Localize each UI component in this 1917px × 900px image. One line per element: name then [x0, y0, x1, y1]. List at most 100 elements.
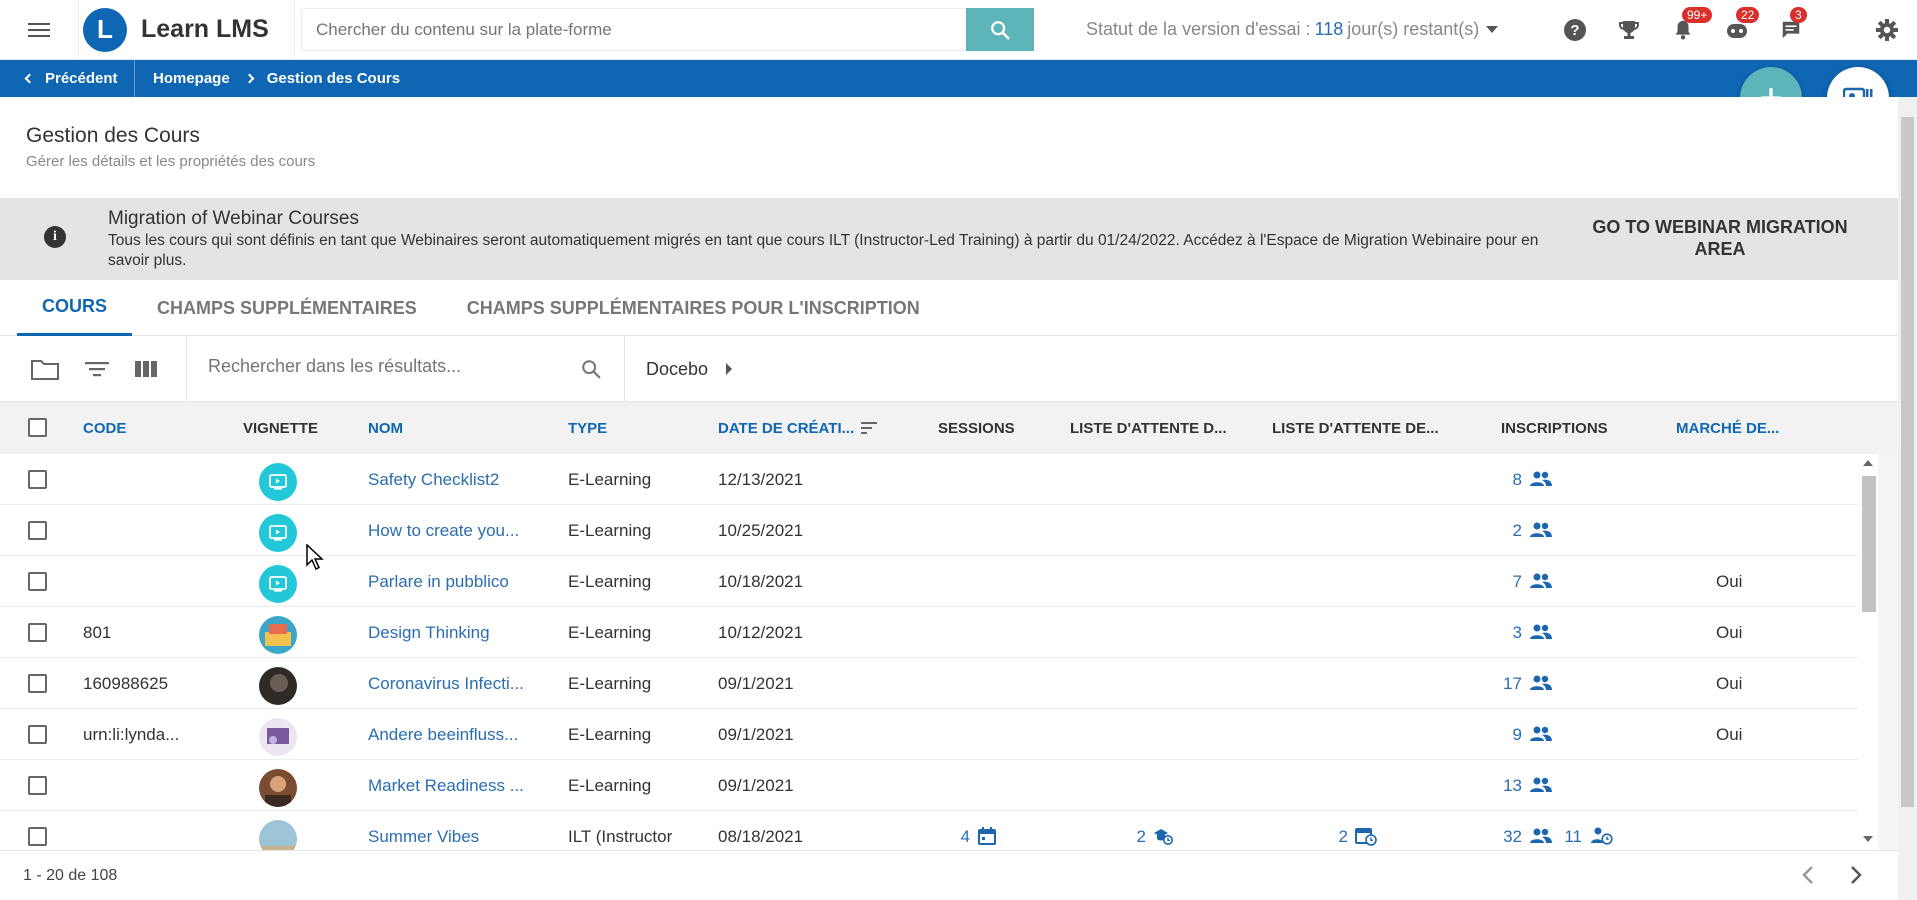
results-search-input[interactable] [208, 356, 568, 377]
webinar-migration-link[interactable]: GO TO WEBINAR MIGRATION AREA [1580, 216, 1860, 260]
course-type: E-Learning [568, 470, 652, 489]
table-row[interactable]: Summer Vibes ILT (Instructor 08/18/2021 4 2 2… [0, 811, 1858, 850]
search-icon[interactable] [580, 358, 602, 380]
enrollment-count[interactable]: 7 [1480, 572, 1522, 592]
next-page-icon[interactable] [1848, 865, 1864, 885]
enrollment-count[interactable]: 32 [1480, 827, 1522, 847]
columns-icon[interactable] [134, 359, 158, 379]
course-name-link[interactable]: Andere beeinfluss... [368, 725, 518, 745]
session-waitlist-count[interactable]: 2 [1336, 827, 1348, 847]
global-search-button[interactable] [966, 8, 1034, 51]
users-icon[interactable] [1530, 471, 1552, 487]
column-marche[interactable]: MARCHÉ DE... [1676, 420, 1779, 437]
select-all-checkbox[interactable] [28, 418, 47, 437]
users-icon[interactable] [1530, 828, 1552, 844]
course-date: 09/1/2021 [718, 674, 794, 693]
menu-icon[interactable] [0, 0, 78, 60]
page-scrollbar[interactable] [1898, 97, 1917, 900]
course-date: 10/25/2021 [718, 521, 804, 540]
pending-enrollment-count[interactable]: 11 [1562, 827, 1582, 847]
tab-cours[interactable]: COURS [17, 280, 133, 336]
enrollment-count[interactable]: 3 [1480, 623, 1522, 643]
table-scrollbar[interactable] [1858, 454, 1878, 850]
user-pending-icon[interactable] [1591, 827, 1613, 845]
trophy-icon[interactable] [1602, 0, 1656, 60]
table-row[interactable]: 801 Design Thinking E-Learning 10/12/2021 3 O… [0, 607, 1858, 658]
table-scrollbar-thumb[interactable] [1862, 476, 1876, 612]
row-checkbox[interactable] [28, 725, 47, 744]
waitlist-count[interactable]: 2 [1134, 827, 1146, 847]
scroll-up-icon[interactable] [1863, 459, 1873, 466]
course-type: E-Learning [568, 623, 652, 642]
course-name-link[interactable]: Market Readiness ... [368, 776, 524, 796]
course-date: 10/12/2021 [718, 623, 804, 642]
page-header: Gestion des Cours Gérer les détails et l… [0, 97, 1898, 198]
users-icon[interactable] [1530, 573, 1552, 589]
tab-champs-supplementaires[interactable]: CHAMPS SUPPLÉMENTAIRES [132, 280, 442, 336]
chat-icon[interactable]: 3 [1764, 0, 1818, 60]
users-icon[interactable] [1530, 675, 1552, 691]
folder-icon[interactable] [30, 357, 60, 381]
row-checkbox[interactable] [28, 623, 47, 642]
app-logo[interactable]: L Learn LMS [78, 0, 295, 60]
course-name-link[interactable]: Safety Checklist2 [368, 470, 499, 490]
course-thumbnail [259, 769, 297, 807]
column-nom[interactable]: NOM [368, 420, 403, 437]
course-name-link[interactable]: Summer Vibes [368, 827, 479, 847]
table-row[interactable]: Parlare in pubblico E-Learning 10/18/2021 7… [0, 556, 1858, 607]
table-row[interactable]: Market Readiness ... E-Learning 09/1/2021 1… [0, 760, 1858, 811]
row-checkbox[interactable] [28, 674, 47, 693]
settings-gear-icon[interactable] [1860, 0, 1914, 60]
calendar-clock-icon[interactable] [1355, 826, 1377, 846]
row-checkbox[interactable] [28, 470, 47, 489]
help-icon[interactable]: ? [1548, 0, 1602, 60]
tab-champs-inscription[interactable]: CHAMPS SUPPLÉMENTAIRES POUR L'INSCRIPTIO… [442, 280, 945, 336]
scroll-down-icon[interactable] [1863, 836, 1873, 843]
enrollment-count[interactable]: 8 [1480, 470, 1522, 490]
course-name-link[interactable]: How to create you... [368, 521, 519, 541]
notifications-bell-icon[interactable]: 99+ [1656, 0, 1713, 60]
table-row[interactable]: urn:li:lynda... Andere beeinfluss... E-Lea… [0, 709, 1858, 760]
previous-page-icon[interactable] [1800, 865, 1816, 885]
back-button[interactable]: Précédent [0, 60, 135, 97]
course-date: 09/1/2021 [718, 776, 794, 795]
table-row[interactable]: Safety Checklist2 E-Learning 12/13/2021 8 [0, 454, 1858, 505]
users-icon[interactable] [1530, 777, 1552, 793]
waitlist-icon[interactable] [1153, 827, 1173, 845]
row-checkbox[interactable] [28, 521, 47, 540]
enrollment-count[interactable]: 9 [1480, 725, 1522, 745]
table-row[interactable]: How to create you... E-Learning 10/25/2021… [0, 505, 1858, 556]
course-name-link[interactable]: Coronavirus Infecti... [368, 674, 524, 694]
course-date: 12/13/2021 [718, 470, 804, 489]
breadcrumb-homepage[interactable]: Homepage [135, 70, 230, 87]
enrollment-count[interactable]: 13 [1480, 776, 1522, 796]
row-checkbox[interactable] [28, 572, 47, 591]
folder-name: Docebo [646, 358, 709, 379]
toolbar-icons [0, 336, 187, 402]
folder-breadcrumb[interactable]: Docebo [646, 336, 733, 402]
row-checkbox[interactable] [28, 776, 47, 795]
users-icon[interactable] [1530, 522, 1552, 538]
course-name-link[interactable]: Parlare in pubblico [368, 572, 509, 592]
row-checkbox[interactable] [28, 827, 47, 846]
course-tabs: COURS CHAMPS SUPPLÉMENTAIRES CHAMPS SUPP… [0, 280, 1898, 336]
table-row[interactable]: 160988625 Coronavirus Infecti... E-Learnin… [0, 658, 1858, 709]
users-icon[interactable] [1530, 726, 1552, 742]
breadcrumb: Précédent Homepage Gestion des Cours [0, 60, 1917, 97]
global-search-input[interactable] [301, 8, 966, 51]
messages-icon[interactable]: 22 [1710, 0, 1764, 60]
enrollment-count[interactable]: 2 [1480, 521, 1522, 541]
breadcrumb-current-label: Gestion des Cours [266, 70, 401, 87]
filter-icon[interactable] [84, 359, 110, 379]
course-name-link[interactable]: Design Thinking [368, 623, 490, 643]
page-scrollbar-thumb[interactable] [1901, 117, 1914, 807]
column-type[interactable]: TYPE [568, 420, 607, 437]
sort-icon[interactable] [861, 421, 877, 435]
sessions-count[interactable]: 4 [958, 827, 970, 847]
enrollment-count[interactable]: 17 [1480, 674, 1522, 694]
calendar-icon[interactable] [978, 827, 996, 845]
users-icon[interactable] [1530, 624, 1552, 640]
trial-status[interactable]: Statut de la version d'essai : 118 jour(… [1086, 19, 1499, 40]
column-date[interactable]: DATE DE CRÉATI... [718, 420, 854, 437]
column-code[interactable]: CODE [83, 420, 126, 437]
